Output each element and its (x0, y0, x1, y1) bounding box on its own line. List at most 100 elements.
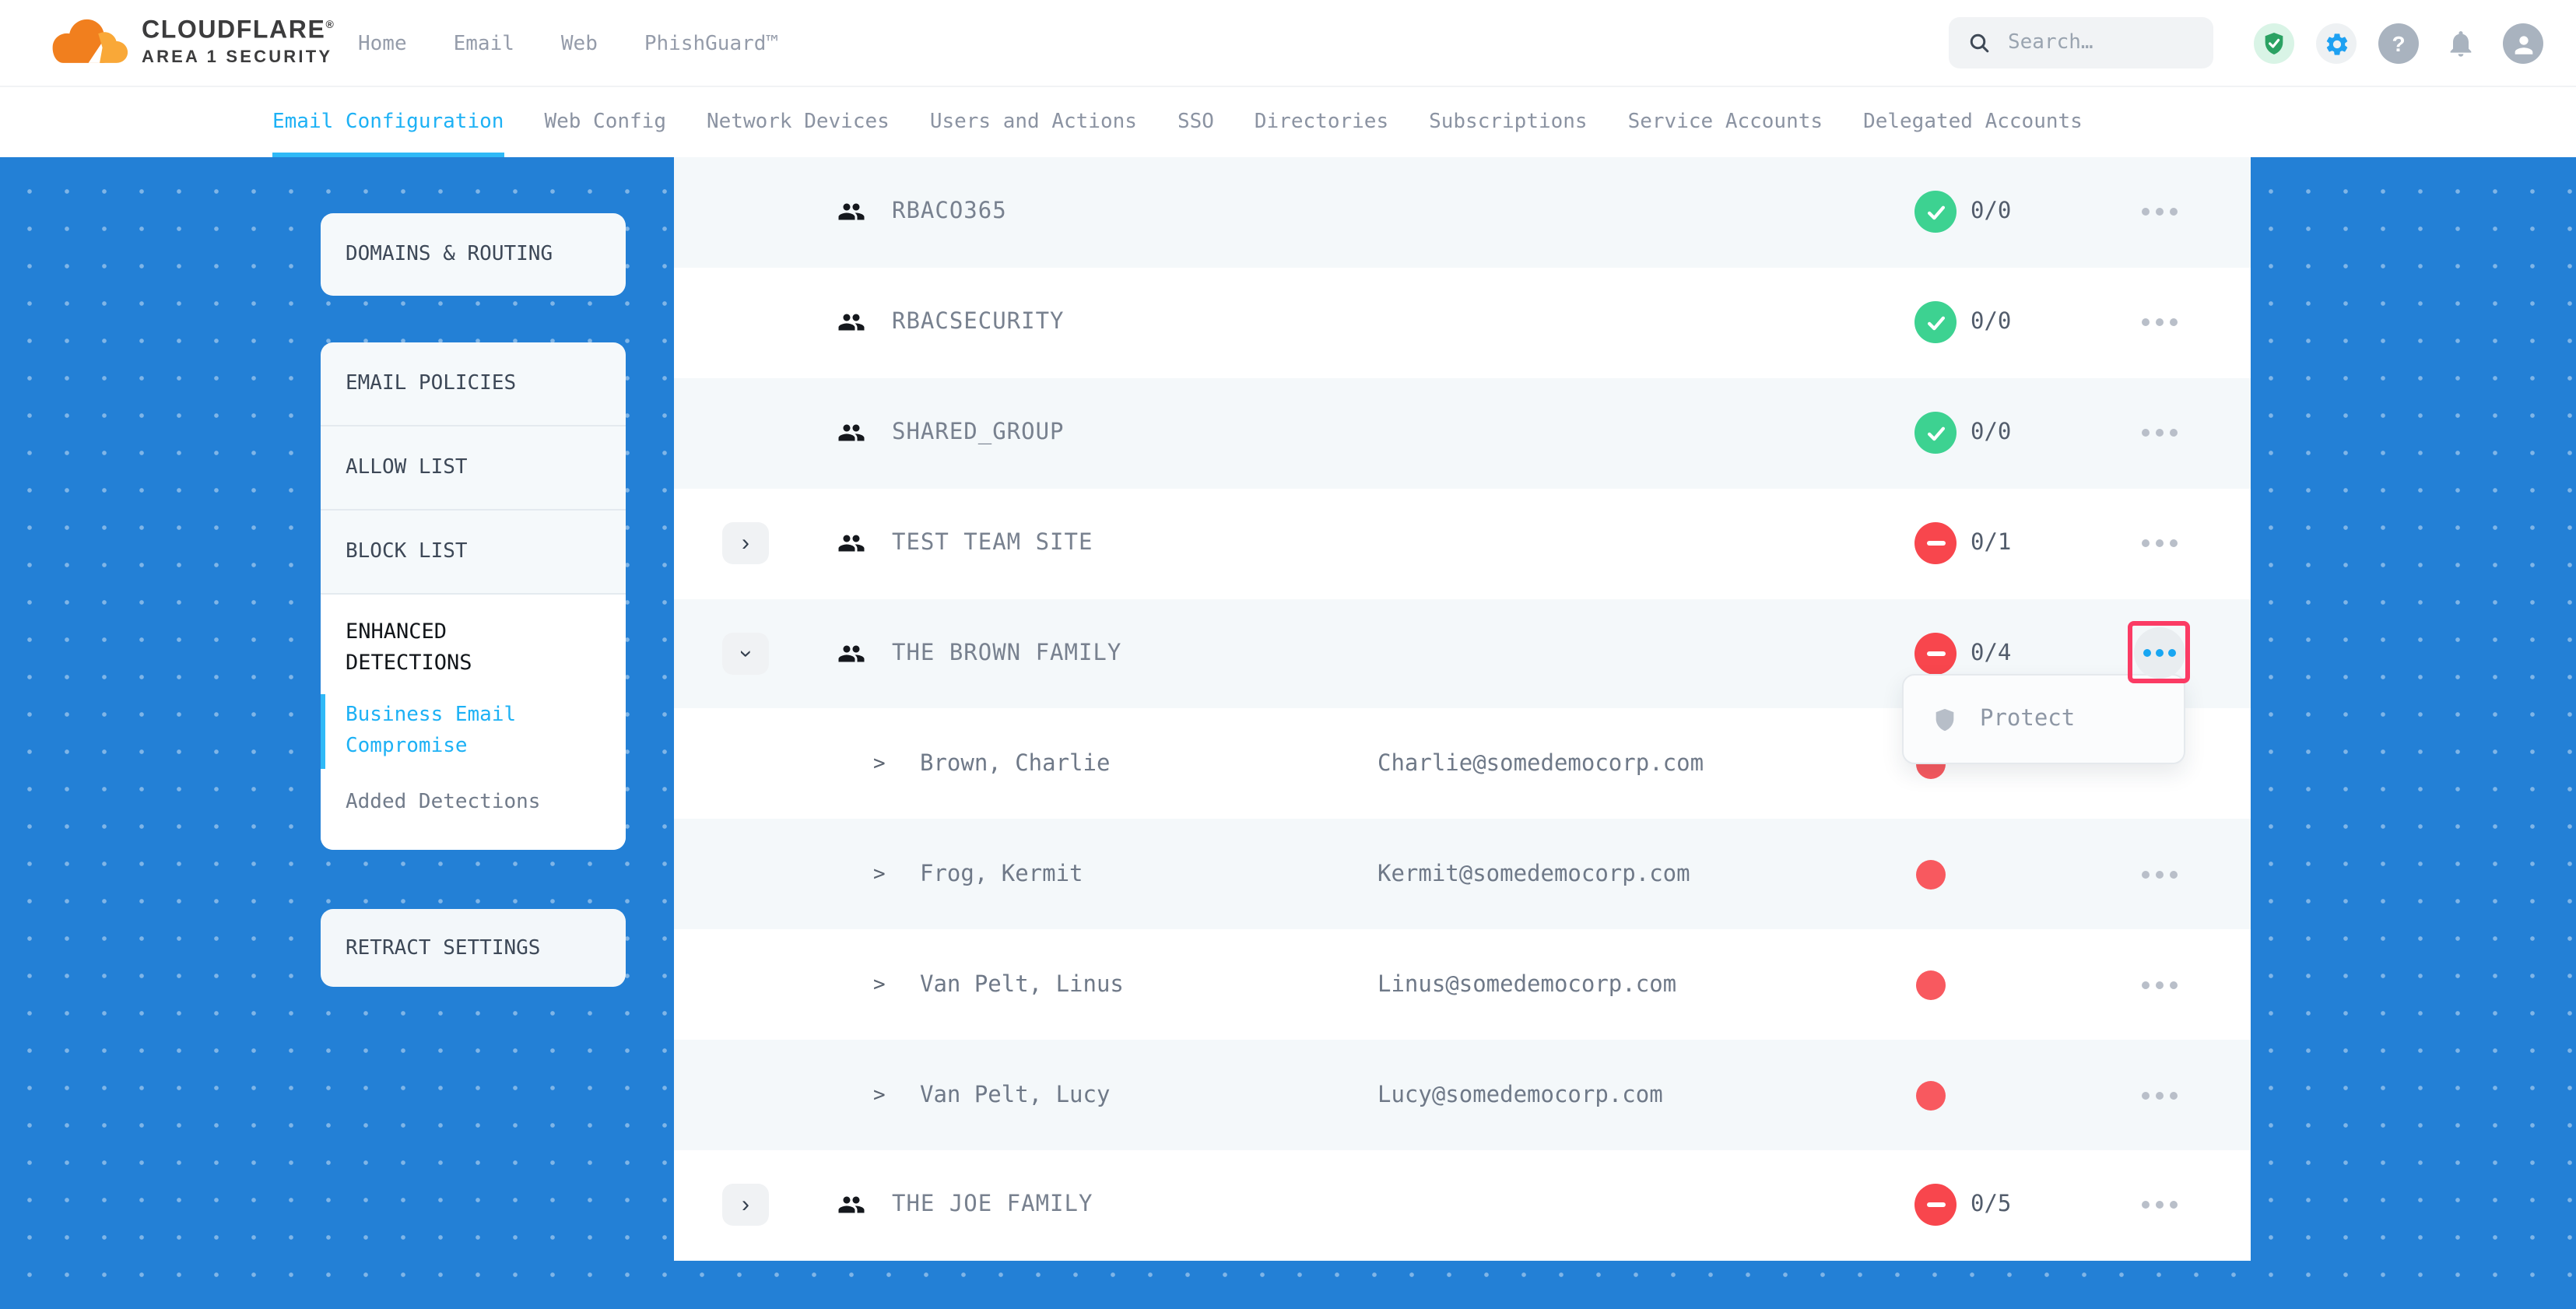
row-menu-button[interactable] (2142, 1202, 2178, 1209)
row-menu-button[interactable] (2142, 429, 2178, 437)
member-chevron-icon[interactable]: > (873, 753, 886, 776)
tab-sso[interactable]: SSO (1177, 87, 1214, 157)
brand-title: CLOUDFLARE® (142, 12, 335, 46)
dot-glyph (2155, 648, 2163, 656)
content-area: DOMAINS & ROUTING EMAIL POLICIES ALLOW L… (0, 157, 2576, 1309)
sidebar-label: BLOCK LIST (346, 540, 468, 563)
context-menu-item-protect[interactable]: Protect (1980, 707, 2075, 732)
gear-icon[interactable] (2316, 23, 2357, 64)
nav-item-home[interactable]: Home (358, 32, 407, 55)
group-icon (837, 529, 865, 557)
row-menu-button[interactable] (2142, 539, 2178, 547)
dot-glyph (2156, 539, 2164, 547)
member-name: Brown, Charlie (920, 752, 1110, 777)
member-email: Kermit@somedemocorp.com (1377, 862, 1690, 887)
sidebar-item-business-email-compromise[interactable]: Business Email Compromise (346, 700, 548, 763)
row-menu-button[interactable] (2142, 209, 2178, 216)
minus-icon (1926, 1203, 1945, 1208)
tab-service-accounts[interactable]: Service Accounts (1628, 87, 1823, 157)
sidebar-item-allow-list[interactable]: ALLOW LIST (321, 426, 626, 511)
tab-email-configuration[interactable]: Email Configuration (272, 87, 504, 157)
status-dot (1916, 1080, 1946, 1110)
dot-glyph (2156, 429, 2164, 437)
status-alert-badge (1914, 1184, 1957, 1227)
cloudflare-logo[interactable]: CLOUDFLARE® AREA 1 SECURITY (44, 12, 335, 76)
highlight-annotation (2128, 621, 2190, 683)
expand-button[interactable]: › (722, 1184, 769, 1227)
account-icon[interactable] (2503, 23, 2543, 64)
brand-text: CLOUDFLARE® AREA 1 SECURITY (142, 12, 335, 69)
dot-glyph (2170, 871, 2178, 879)
expand-button[interactable]: › (722, 522, 769, 564)
nav-item-email[interactable]: Email (454, 32, 514, 55)
row-menu-button[interactable] (2142, 871, 2178, 879)
dot-glyph (2142, 1091, 2150, 1099)
group-name: TEST TEAM SITE (892, 531, 1093, 556)
row-menu-button[interactable] (2142, 981, 2178, 988)
member-name: Van Pelt, Lucy (920, 1083, 1110, 1107)
app-window: CLOUDFLARE® AREA 1 SECURITY Home Email W… (0, 0, 2576, 1309)
nav-item-web[interactable]: Web (561, 32, 598, 55)
minus-icon (1926, 541, 1945, 546)
sidebar-item-block-list[interactable]: BLOCK LIST (321, 511, 626, 595)
table-row: >Frog, KermitKermit@somedemocorp.com (674, 819, 2251, 930)
dot-glyph (2142, 1202, 2150, 1209)
top-header-bar: CLOUDFLARE® AREA 1 SECURITY Home Email W… (0, 0, 2576, 87)
nav-item-phishguard[interactable]: PhishGuard™ (644, 32, 778, 55)
member-chevron-icon[interactable]: > (873, 1083, 886, 1107)
status-alert-badge (1914, 633, 1957, 675)
sidebar-item-retract-settings[interactable]: RETRACT SETTINGS (321, 909, 626, 987)
bell-icon[interactable] (2441, 23, 2481, 64)
row-menu-button-active[interactable] (2133, 626, 2185, 678)
sidebar-label: RETRACT SETTINGS (346, 936, 540, 960)
group-icon (837, 309, 865, 337)
group-icon (837, 198, 865, 226)
help-icon[interactable]: ? (2378, 23, 2419, 64)
table-row: >Van Pelt, LucyLucy@somedemocorp.com (674, 1040, 2251, 1150)
minus-icon (1926, 651, 1945, 656)
dot-glyph (2142, 871, 2150, 879)
dot-glyph (2156, 871, 2164, 879)
dot-glyph (2170, 539, 2178, 547)
row-menu-button[interactable] (2142, 1091, 2178, 1099)
dot-glyph (2170, 1202, 2178, 1209)
member-name: Van Pelt, Linus (920, 972, 1124, 997)
dot-glyph (2170, 429, 2178, 437)
tab-subscriptions[interactable]: Subscriptions (1429, 87, 1588, 157)
status-count: 0/4 (1971, 641, 2011, 666)
sidebar-item-email-policies[interactable]: EMAIL POLICIES (321, 342, 626, 426)
status-ok-badge (1914, 412, 1957, 454)
row-menu-button[interactable] (2142, 319, 2178, 327)
member-chevron-icon[interactable]: > (873, 973, 886, 996)
dot-glyph (2156, 1202, 2164, 1209)
status-count: 0/0 (1971, 420, 2011, 445)
group-icon (837, 640, 865, 668)
enhanced-detections-title[interactable]: ENHANCED DETECTIONS (346, 616, 532, 679)
tab-users-and-actions[interactable]: Users and Actions (930, 87, 1137, 157)
sidebar-item-domains-routing[interactable]: DOMAINS & ROUTING (321, 213, 626, 296)
tab-network-devices[interactable]: Network Devices (707, 87, 890, 157)
collapse-button[interactable]: › (722, 633, 769, 675)
tab-delegated-accounts[interactable]: Delegated Accounts (1863, 87, 2083, 157)
dot-glyph (2142, 539, 2150, 547)
group-name: RBACO365 (892, 200, 1007, 225)
search-box[interactable] (1949, 17, 2213, 68)
dot-glyph (2170, 319, 2178, 327)
shield-check-icon[interactable] (2254, 23, 2294, 64)
dot-glyph (2143, 648, 2150, 656)
dot-glyph (2142, 319, 2150, 327)
sidebar-item-added-detections[interactable]: Added Detections (346, 788, 601, 819)
member-chevron-icon[interactable]: > (873, 863, 886, 886)
tab-directories[interactable]: Directories (1255, 87, 1388, 157)
chevron-icon: › (742, 532, 749, 555)
chevron-icon: › (734, 650, 757, 658)
table-row: › TEST TEAM SITE 0/1 (674, 488, 2251, 598)
group-icon (837, 1191, 865, 1220)
status-count: 0/1 (1971, 531, 2011, 556)
search-input[interactable] (2005, 30, 2195, 56)
section-tabs: Email Configuration Web Config Network D… (0, 87, 2576, 157)
tab-web-config[interactable]: Web Config (544, 87, 666, 157)
question-mark-glyph: ? (2392, 31, 2405, 56)
header-icon-group: ? (2254, 23, 2543, 64)
table-row: RBACO3650/0 (674, 157, 2251, 268)
